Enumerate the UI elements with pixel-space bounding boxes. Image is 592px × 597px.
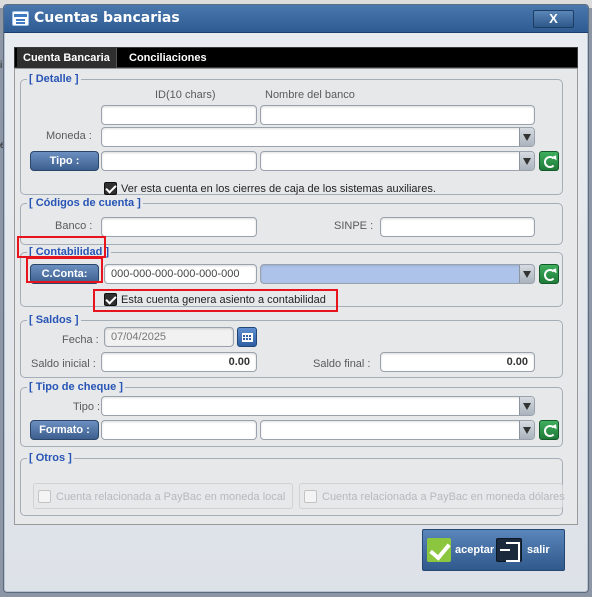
- refresh-icon[interactable]: [539, 264, 559, 284]
- tipo-input[interactable]: [101, 151, 257, 171]
- highlight-contabilidad-legend: [17, 236, 106, 258]
- chevron-down-icon: [519, 421, 534, 439]
- window-title: Cuentas bancarias: [34, 10, 180, 26]
- paybac-local-label: Cuenta relacionada a PayBac en moneda lo…: [56, 491, 286, 503]
- window-icon: [12, 11, 29, 26]
- sinpe-label: SINPE :: [334, 220, 374, 232]
- tipo-select[interactable]: [260, 151, 535, 171]
- chevron-down-icon: [519, 128, 534, 146]
- chevron-down-icon: [519, 152, 534, 170]
- highlight-cconta-button: [26, 257, 103, 283]
- saldo-inicial-input[interactable]: 0.00: [101, 352, 257, 372]
- sinpe-input[interactable]: [380, 217, 535, 237]
- ver-cuenta-checkbox[interactable]: [104, 182, 117, 195]
- accept-button[interactable]: aceptar: [455, 544, 494, 556]
- tab-bar: Cuenta Bancaria Conciliaciones: [14, 47, 578, 68]
- refresh-icon[interactable]: [539, 420, 559, 440]
- exit-icon: [496, 538, 522, 562]
- check-icon: [427, 538, 451, 562]
- otros-legend: [ Otros ]: [27, 452, 74, 464]
- ver-cuenta-label: Ver esta cuenta en los cierres de caja d…: [121, 183, 436, 195]
- dialog-window: Cuentas bancarias X Cuenta Bancaria Conc…: [3, 4, 589, 593]
- chevron-down-icon: [519, 265, 534, 283]
- exit-button[interactable]: salir: [527, 544, 550, 556]
- chevron-down-icon: [519, 397, 534, 415]
- saldos-legend: [ Saldos ]: [27, 314, 81, 326]
- footer-actions: aceptar salir: [422, 529, 565, 571]
- refresh-icon[interactable]: [539, 151, 559, 171]
- detalle-fieldset: [ Detalle ] ID(10 chars) Nombre del banc…: [20, 73, 563, 195]
- moneda-select[interactable]: [101, 127, 535, 147]
- banco-label: Banco :: [55, 220, 93, 232]
- paybac-dolares-label: Cuenta relacionada a PayBac en moneda dó…: [322, 491, 565, 503]
- paybac-local-checkbox[interactable]: [38, 490, 51, 503]
- saldo-final-label: Saldo final :: [313, 358, 371, 370]
- fecha-label: Fecha :: [62, 334, 99, 346]
- paybac-dolares-checkbox[interactable]: [304, 490, 317, 503]
- saldo-final-input[interactable]: 0.00: [380, 352, 535, 372]
- calendar-icon[interactable]: [237, 327, 257, 347]
- id-label: ID(10 chars): [155, 89, 216, 101]
- tipo-cheque-fieldset: [ Tipo de cheque ] Tipo : Formato :: [20, 381, 563, 447]
- tipo-button[interactable]: Tipo :: [30, 151, 99, 171]
- id-input[interactable]: [101, 105, 257, 125]
- saldo-inicial-label: Saldo inicial :: [31, 358, 96, 370]
- cconta-select[interactable]: [260, 264, 535, 284]
- title-bar: Cuentas bancarias X: [4, 5, 588, 33]
- moneda-label: Moneda :: [46, 130, 92, 142]
- fecha-input[interactable]: 07/04/2025: [104, 327, 234, 347]
- formato-button[interactable]: Formato :: [30, 420, 99, 440]
- highlight-asiento-checkbox: [93, 289, 338, 312]
- otros-fieldset: [ Otros ] Cuenta relacionada a PayBac en…: [20, 452, 565, 516]
- banco-input[interactable]: [101, 217, 257, 237]
- nombre-banco-label: Nombre del banco: [265, 89, 355, 101]
- cconta-input[interactable]: 000-000-000-000-000-000: [104, 264, 257, 284]
- tab-conciliaciones[interactable]: Conciliaciones: [123, 48, 213, 68]
- saldos-fieldset: [ Saldos ] Fecha : 07/04/2025 Saldo inic…: [20, 314, 563, 378]
- detalle-legend: [ Detalle ]: [27, 73, 81, 85]
- tipo-cheque-label: Tipo :: [73, 401, 101, 413]
- tab-cuenta-bancaria[interactable]: Cuenta Bancaria: [17, 48, 117, 68]
- nombre-banco-input[interactable]: [260, 105, 535, 125]
- formato-input[interactable]: [101, 420, 257, 440]
- formato-select[interactable]: [260, 420, 535, 440]
- close-button[interactable]: X: [533, 10, 574, 28]
- codigos-legend: [ Códigos de cuenta ]: [27, 197, 143, 209]
- tipo-cheque-legend: [ Tipo de cheque ]: [27, 381, 125, 393]
- tipo-cheque-select[interactable]: [101, 396, 535, 416]
